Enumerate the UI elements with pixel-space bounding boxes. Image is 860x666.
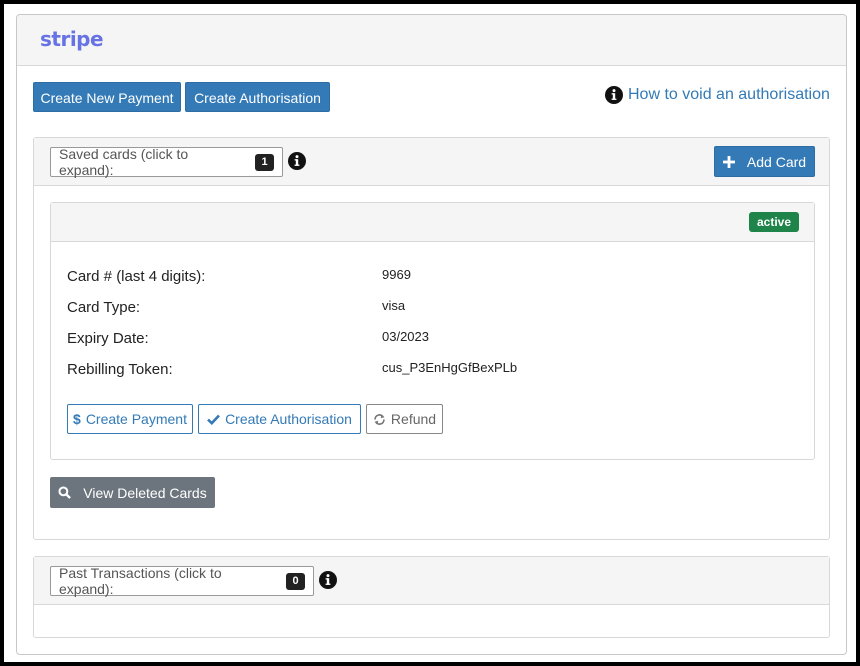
past-transactions-expander[interactable]: Past Transactions (click to expand): 0 bbox=[50, 565, 314, 597]
status-badge: active bbox=[748, 212, 799, 232]
saved-cards-count-badge: 1 bbox=[255, 153, 274, 171]
card-type-value: visa bbox=[382, 298, 406, 313]
saved-cards-label[interactable]: Saved cards (click to expand): bbox=[59, 146, 241, 178]
saved-cards-header: Saved cards (click to expand): 1 Add Car… bbox=[34, 138, 829, 186]
rebilling-token-label: Rebilling Token: bbox=[67, 361, 173, 378]
dollar-icon: $ bbox=[73, 411, 81, 427]
card-type-label: Card Type: bbox=[67, 299, 141, 316]
add-card-label[interactable]: Add Card bbox=[747, 154, 806, 170]
card-create-authorisation-button[interactable]: Create Authorisation bbox=[198, 404, 361, 434]
past-transactions-section: Past Transactions (click to expand): 0 bbox=[33, 556, 830, 638]
card-create-payment-label[interactable]: Create Payment bbox=[86, 411, 187, 427]
expiry-date-value: 03/2023 bbox=[382, 329, 429, 344]
panel-header: stripe bbox=[17, 15, 846, 66]
search-icon bbox=[58, 486, 72, 499]
void-authorisation-help-link[interactable]: How to void an authorisation bbox=[605, 83, 830, 107]
card-create-payment-button[interactable]: $ Create Payment bbox=[67, 404, 193, 434]
refresh-icon bbox=[374, 413, 385, 425]
past-transactions-label[interactable]: Past Transactions (click to expand): bbox=[59, 565, 272, 597]
past-transactions-count-badge: 0 bbox=[286, 572, 305, 590]
card-number-label: Card # (last 4 digits): bbox=[67, 268, 206, 285]
help-link-text[interactable]: How to void an authorisation bbox=[628, 86, 830, 104]
past-transactions-info-icon[interactable] bbox=[319, 571, 337, 589]
app-window: stripe Create New Payment Create Authori… bbox=[4, 4, 856, 662]
rebilling-token-value: cus_P3EnHgGfBexPLb bbox=[382, 360, 518, 375]
past-transactions-header: Past Transactions (click to expand): 0 bbox=[34, 557, 829, 605]
stripe-panel: stripe Create New Payment Create Authori… bbox=[16, 14, 847, 655]
view-deleted-cards-label[interactable]: View Deleted Cards bbox=[83, 485, 206, 501]
expiry-date-label: Expiry Date: bbox=[67, 330, 149, 347]
saved-cards-info-icon[interactable] bbox=[288, 152, 306, 170]
view-deleted-cards-button[interactable]: View Deleted Cards bbox=[50, 477, 215, 508]
add-card-button[interactable]: Add Card bbox=[714, 146, 815, 177]
info-circle-icon bbox=[605, 86, 623, 104]
stripe-logo: stripe bbox=[40, 27, 104, 51]
card-refund-label[interactable]: Refund bbox=[391, 411, 436, 427]
card-number-value: 9969 bbox=[382, 267, 411, 282]
create-authorisation-button[interactable]: Create Authorisation bbox=[185, 82, 330, 112]
check-icon bbox=[207, 414, 221, 425]
card-create-authorisation-label[interactable]: Create Authorisation bbox=[225, 411, 352, 427]
saved-card: active Card # (last 4 digits): 9969 Card… bbox=[50, 202, 815, 460]
saved-cards-section: Saved cards (click to expand): 1 Add Car… bbox=[33, 137, 830, 540]
card-header: active bbox=[51, 203, 814, 242]
create-new-payment-button[interactable]: Create New Payment bbox=[33, 82, 181, 112]
saved-cards-expander[interactable]: Saved cards (click to expand): 1 bbox=[50, 146, 283, 178]
plus-icon bbox=[722, 155, 735, 168]
card-refund-button[interactable]: Refund bbox=[366, 404, 443, 434]
